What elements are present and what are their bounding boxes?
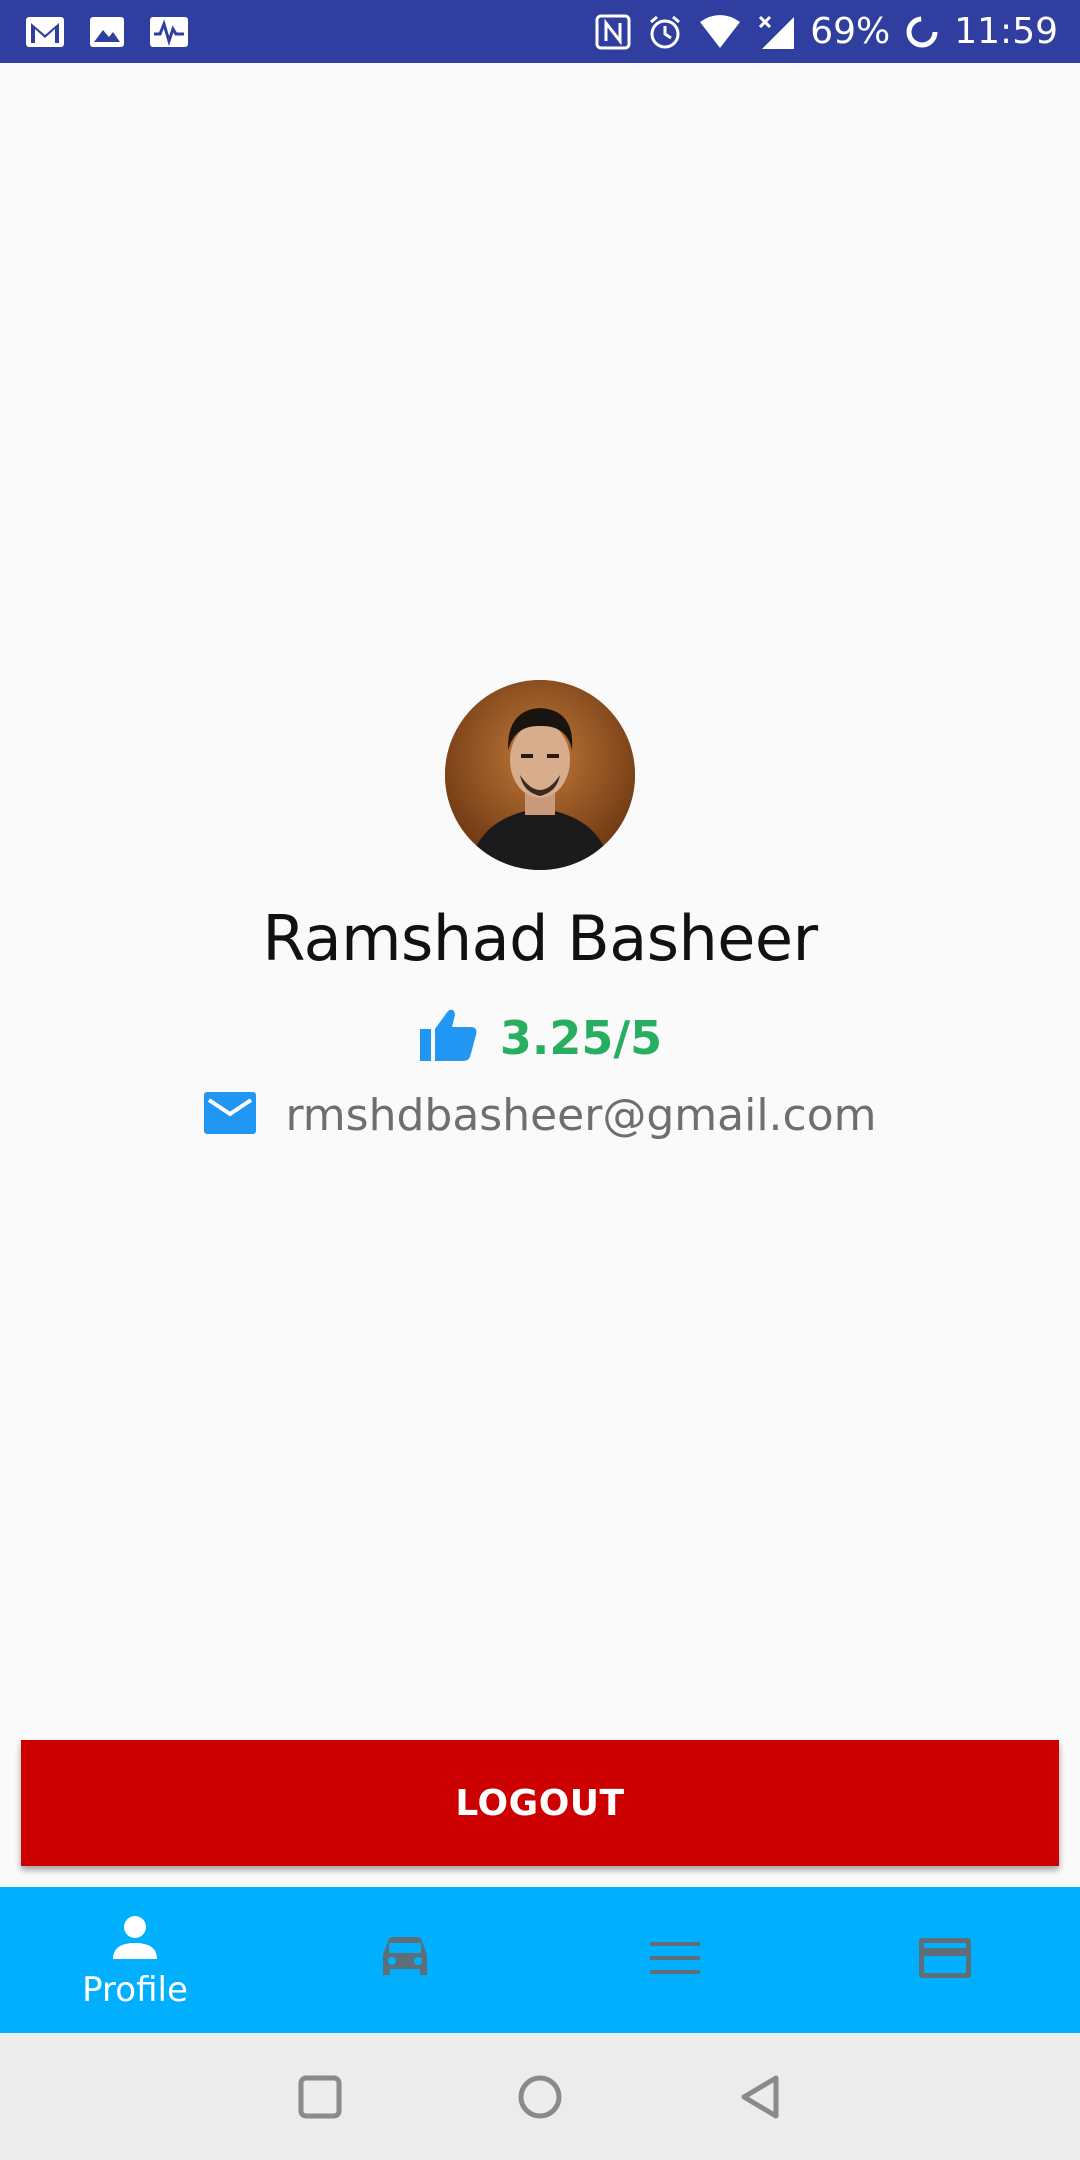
user-name: Ramshad Basheer	[262, 902, 818, 975]
battery-saver-icon	[904, 14, 940, 50]
profile-screen: 69% 11:59 Ramshad Basheer 3.25/5 rmshdba…	[0, 0, 1080, 2160]
nav-item-profile[interactable]: Profile	[0, 1891, 270, 2033]
battery-percent: 69%	[810, 11, 891, 52]
rating-value: 3.25/5	[499, 1010, 663, 1065]
email-row: rmshdbasheer@gmail.com	[203, 1090, 877, 1141]
profile-section: Ramshad Basheer 3.25/5 rmshdbasheer@gmai…	[0, 680, 1080, 1141]
clock: 11:59	[954, 11, 1058, 52]
recents-button[interactable]	[270, 2047, 370, 2147]
system-navigation-bar	[0, 2033, 1080, 2160]
nav-label-profile: Profile	[82, 1969, 188, 2010]
gmail-icon	[24, 15, 66, 49]
status-left-icons	[24, 15, 212, 49]
nav-item-rides[interactable]	[270, 1887, 540, 2033]
nav-item-payments[interactable]	[810, 1887, 1080, 2033]
wifi-icon	[698, 14, 742, 50]
no-signal-icon	[756, 13, 796, 51]
nfc-icon	[594, 13, 632, 51]
status-bar: 69% 11:59	[0, 0, 1080, 63]
bottom-navigation: Profile	[0, 1887, 1080, 2033]
image-icon	[88, 15, 126, 49]
person-icon	[111, 1915, 159, 1966]
menu-icon	[650, 1940, 700, 1981]
alarm-icon	[646, 13, 684, 51]
car-icon	[378, 1935, 432, 1986]
back-button[interactable]	[710, 2047, 810, 2147]
thumbs-up-icon	[418, 1007, 478, 1068]
user-email: rmshdbasheer@gmail.com	[285, 1090, 877, 1141]
logout-button[interactable]: LOGOUT	[21, 1740, 1059, 1866]
mail-icon	[203, 1091, 257, 1140]
home-button[interactable]	[490, 2047, 590, 2147]
avatar	[445, 680, 635, 870]
card-icon	[917, 1936, 973, 1985]
nav-item-menu[interactable]	[540, 1887, 810, 2033]
pulse-icon	[148, 15, 190, 49]
status-right-icons: 69% 11:59	[580, 11, 1058, 52]
rating-row: 3.25/5	[418, 1007, 662, 1068]
